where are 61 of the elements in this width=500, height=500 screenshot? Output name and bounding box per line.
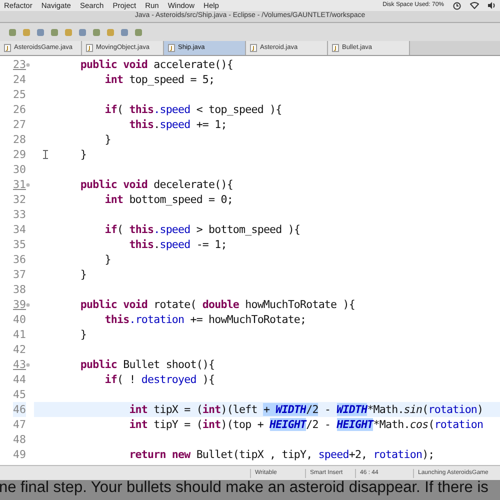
line-number: 40 [12, 312, 26, 327]
java-file-icon [168, 44, 175, 52]
code-line: return new Bullet(tipX , tipY, speed+2, rotation); [128, 447, 434, 462]
line-number: 36 [12, 252, 26, 267]
line-number: 33 [12, 207, 26, 222]
code-line: } [104, 252, 111, 267]
code-line: if( ! destroyed ){ [104, 372, 215, 387]
line-number: 31 [12, 177, 26, 192]
line-number: 37 [12, 267, 26, 282]
java-file-icon [332, 44, 339, 52]
fold-icon[interactable] [26, 302, 30, 306]
line-number: 27 [12, 117, 26, 132]
wifi-icon [470, 2, 479, 9]
line-number: 26 [12, 102, 26, 117]
speaker-icon [488, 2, 496, 9]
line-number: 42 [12, 342, 26, 357]
line-number: 43 [12, 357, 26, 372]
fold-icon[interactable] [26, 62, 30, 66]
line-number: 28 [12, 132, 26, 147]
line-number: 38 [12, 282, 26, 297]
code-line: this.speed -= 1; [128, 237, 227, 252]
line-number: 47 [12, 417, 26, 432]
line-number: 30 [12, 162, 26, 177]
line-number: 32 [12, 192, 26, 207]
code-line: public void decelerate(){ [79, 177, 233, 192]
code-line: int tipY = (int)(top + HEIGHT/2 - HEIGHT*Math.cos(rotation [128, 417, 484, 432]
line-number: 25 [12, 87, 26, 102]
code-line: int bottom_speed = 0; [104, 192, 233, 207]
code-line: this.speed += 1; [128, 117, 227, 132]
line-number: 48 [12, 432, 26, 447]
line-number: 23 [12, 57, 26, 72]
java-file-icon [86, 44, 93, 52]
clock-icon [453, 2, 461, 10]
line-number: 39 [12, 297, 26, 312]
text-cursor-icon [42, 150, 48, 159]
video-caption: ne final step. Your bullets should make an asteroid disappear. If there is [0, 480, 488, 496]
code-line: if( this.speed < top_speed ){ [104, 102, 282, 117]
code-line: } [79, 267, 87, 282]
code-line: public Bullet shoot(){ [79, 357, 215, 372]
code-line: this.rotation += howMuchToRotate; [104, 312, 306, 327]
line-number: 45 [12, 387, 26, 402]
line-number: 49 [12, 447, 26, 462]
line-number: 44 [12, 372, 26, 387]
code-line: } [79, 327, 87, 342]
code-line: int tipX = (int)(left + WIDTH/2 - WIDTH*Math.sin(rotation) [128, 402, 484, 417]
fold-icon[interactable] [26, 362, 30, 366]
code-line: } [104, 132, 111, 147]
fold-icon[interactable] [26, 182, 30, 186]
code-line: public void rotate( double howMuchToRotate ){ [79, 297, 355, 312]
java-file-icon [4, 44, 11, 52]
line-number: 24 [12, 72, 26, 87]
code-line: } [79, 147, 87, 162]
java-file-icon [250, 44, 257, 52]
line-number: 29 [12, 147, 26, 162]
line-number: 35 [12, 237, 26, 252]
code-line: public void accelerate(){ [79, 57, 233, 72]
line-number: 41 [12, 327, 26, 342]
line-number: 34 [12, 222, 26, 237]
code-line: if( this.speed > bottom_speed ){ [104, 222, 300, 237]
line-number: 46 [12, 402, 26, 417]
code-line: int top_speed = 5; [104, 72, 215, 87]
